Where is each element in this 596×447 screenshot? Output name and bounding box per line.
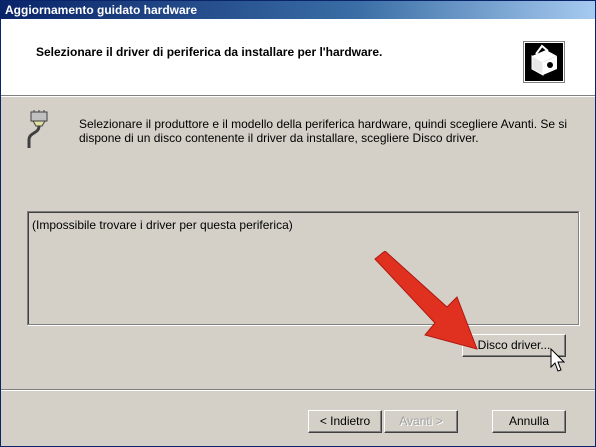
driver-list[interactable]: (Impossibile trovare i driver per questa… xyxy=(27,211,579,325)
footer-separator xyxy=(1,389,595,391)
header-separator xyxy=(1,96,595,97)
no-driver-message: (Impossibile trovare i driver per questa… xyxy=(32,218,293,232)
serial-cable-icon xyxy=(23,110,55,150)
wizard-header: Selezionare il driver di periferica da i… xyxy=(1,19,595,96)
hardware-box-icon xyxy=(523,41,565,83)
header-title: Selezionare il driver di periferica da i… xyxy=(36,45,383,59)
red-arrow-icon xyxy=(374,251,478,350)
title-bar[interactable]: Aggiornamento guidato hardware xyxy=(1,1,595,19)
window-title: Aggiornamento guidato hardware xyxy=(5,3,198,17)
next-button[interactable]: Avanti > xyxy=(384,410,458,433)
mouse-pointer-icon xyxy=(550,348,566,372)
wizard-window: Aggiornamento guidato hardware Seleziona… xyxy=(0,0,596,447)
cancel-button[interactable]: Annulla xyxy=(492,410,566,433)
instruction-text: Selezionare il produttore e il modello d… xyxy=(79,117,568,145)
back-button[interactable]: < Indietro xyxy=(308,410,382,433)
